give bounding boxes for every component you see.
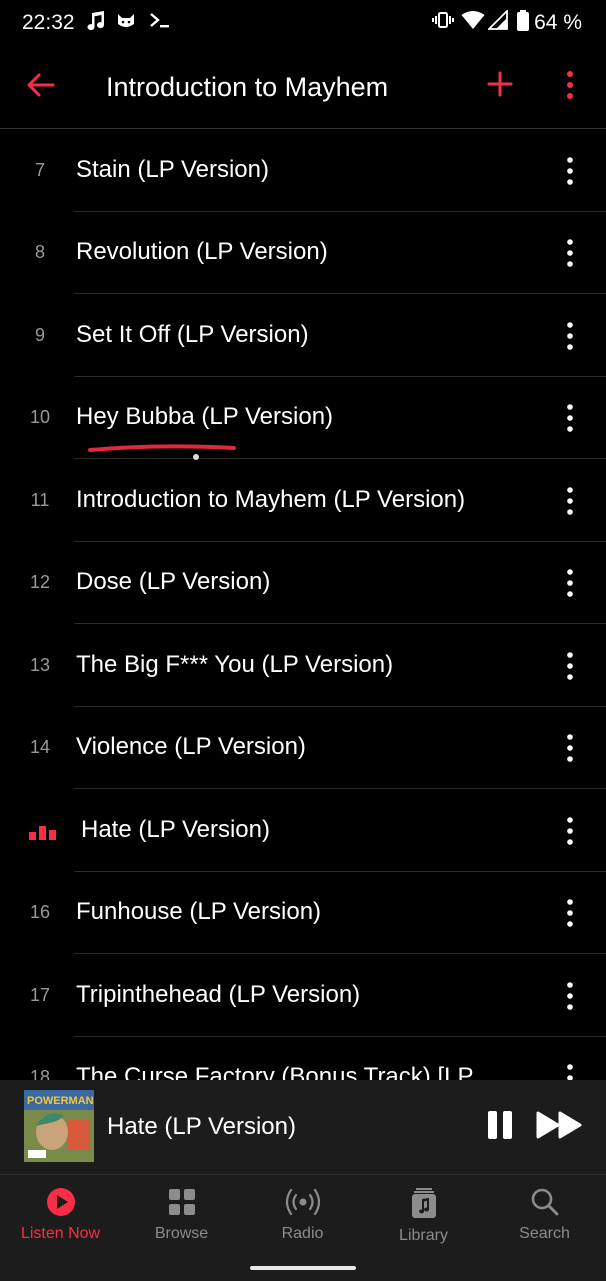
home-indicator[interactable] bbox=[250, 1266, 356, 1270]
red-underline-annotation bbox=[88, 444, 236, 460]
track-number: 12 bbox=[29, 572, 51, 592]
status-bar: 22:32 64 % bbox=[0, 0, 606, 46]
artwork-text: POWERMAN 5000 bbox=[27, 1095, 94, 1107]
divider bbox=[74, 623, 606, 624]
track-title: Funhouse (LP Version) bbox=[76, 898, 322, 925]
tab-radio[interactable]: Radio bbox=[242, 1187, 363, 1257]
more-vertical-icon[interactable] bbox=[562, 649, 578, 683]
vibrate-icon bbox=[432, 10, 454, 36]
radio-waves-icon bbox=[285, 1188, 320, 1216]
more-vertical-icon bbox=[567, 71, 573, 99]
tab-label: Listen Now bbox=[20, 1225, 101, 1242]
terminal-icon bbox=[148, 10, 172, 36]
track-title: Tripinthehead (LP Version) bbox=[76, 981, 361, 1008]
cat-icon bbox=[116, 10, 136, 36]
track-number: 13 bbox=[29, 655, 51, 675]
plus-icon bbox=[487, 71, 513, 97]
track-row[interactable]: 12 Dose (LP Version) bbox=[0, 542, 606, 624]
more-vertical-icon[interactable] bbox=[562, 319, 578, 353]
track-number: 18 bbox=[29, 1067, 51, 1080]
grid-icon bbox=[168, 1189, 195, 1215]
library-icon bbox=[411, 1188, 436, 1218]
track-number: 17 bbox=[29, 985, 51, 1005]
more-vertical-icon[interactable] bbox=[562, 154, 578, 188]
more-vertical-icon[interactable] bbox=[562, 401, 578, 435]
now-playing-bars-icon bbox=[29, 826, 56, 840]
track-number: 9 bbox=[34, 325, 45, 345]
track-number: 7 bbox=[34, 160, 45, 180]
battery-icon bbox=[516, 10, 530, 38]
track-row[interactable]: 18 The Curse Factory (Bonus Track) [LP bbox=[0, 1037, 606, 1080]
tab-search[interactable]: Search bbox=[484, 1187, 605, 1257]
divider bbox=[74, 788, 606, 789]
pause-button[interactable] bbox=[486, 1109, 514, 1141]
track-title: Stain (LP Version) bbox=[76, 156, 269, 183]
search-icon bbox=[531, 1188, 558, 1216]
status-time: 22:32 bbox=[22, 11, 75, 34]
fast-forward-icon bbox=[536, 1111, 582, 1139]
track-title: Hey Bubba (LP Version) bbox=[76, 403, 334, 430]
tab-label: Search bbox=[519, 1225, 570, 1242]
play-circle-icon bbox=[46, 1188, 75, 1216]
tab-bar: Listen Now Browse Radio Library Search bbox=[0, 1174, 606, 1281]
track-row[interactable]: 7 Stain (LP Version) bbox=[0, 130, 606, 212]
tab-library[interactable]: Library bbox=[363, 1187, 484, 1257]
track-row-now-playing[interactable]: Hate (LP Version) bbox=[0, 790, 606, 872]
pause-icon bbox=[488, 1111, 512, 1139]
back-button[interactable] bbox=[26, 70, 56, 100]
more-vertical-icon[interactable] bbox=[562, 566, 578, 600]
track-title: Introduction to Mayhem (LP Version) bbox=[76, 486, 466, 513]
track-title: Dose (LP Version) bbox=[76, 568, 271, 595]
nav-header: Introduction to Mayhem bbox=[0, 46, 606, 129]
page-title: Introduction to Mayhem bbox=[106, 72, 389, 102]
mini-player[interactable]: POWERMAN 5000 Hate (LP Version) bbox=[0, 1080, 606, 1174]
more-vertical-icon[interactable] bbox=[562, 814, 578, 848]
track-row[interactable]: 9 Set It Off (LP Version) bbox=[0, 295, 606, 377]
track-list[interactable]: 7 Stain (LP Version) 8 Revolution (LP Ve… bbox=[0, 130, 606, 1080]
track-row[interactable]: 8 Revolution (LP Version) bbox=[0, 212, 606, 294]
track-number: 10 bbox=[29, 407, 51, 427]
signal-icon bbox=[486, 8, 508, 36]
tab-browse[interactable]: Browse bbox=[121, 1187, 242, 1257]
more-vertical-icon[interactable] bbox=[562, 979, 578, 1013]
fast-forward-button[interactable] bbox=[536, 1110, 584, 1140]
track-title: Set It Off (LP Version) bbox=[76, 321, 309, 348]
track-number: 16 bbox=[29, 902, 51, 922]
more-vertical-icon[interactable] bbox=[562, 896, 578, 930]
track-number: 11 bbox=[30, 490, 50, 510]
track-row[interactable]: 17 Tripinthehead (LP Version) bbox=[0, 955, 606, 1037]
divider bbox=[74, 953, 606, 954]
track-number: 14 bbox=[29, 737, 51, 757]
tab-label: Browse bbox=[154, 1225, 209, 1242]
tab-label: Library bbox=[399, 1227, 448, 1244]
wifi-icon bbox=[461, 10, 485, 36]
track-number: 8 bbox=[34, 242, 45, 262]
battery-percent: 64 % bbox=[534, 11, 582, 34]
track-title: The Big F*** You (LP Version) bbox=[76, 651, 394, 678]
album-artwork[interactable]: POWERMAN 5000 bbox=[24, 1090, 94, 1162]
track-title: The Curse Factory (Bonus Track) [LP bbox=[76, 1063, 474, 1080]
track-row[interactable]: 13 The Big F*** You (LP Version) bbox=[0, 625, 606, 707]
track-title: Revolution (LP Version) bbox=[76, 238, 328, 265]
divider bbox=[74, 293, 606, 294]
music-note-icon bbox=[86, 10, 106, 38]
more-vertical-icon[interactable] bbox=[562, 236, 578, 270]
track-title: Violence (LP Version) bbox=[76, 733, 306, 760]
more-vertical-icon[interactable] bbox=[562, 484, 578, 518]
track-row[interactable]: 16 Funhouse (LP Version) bbox=[0, 872, 606, 954]
back-arrow-icon bbox=[27, 73, 55, 97]
tab-label: Radio bbox=[281, 1225, 324, 1242]
track-row[interactable]: 14 Violence (LP Version) bbox=[0, 707, 606, 789]
more-options-button[interactable] bbox=[560, 68, 580, 102]
track-title: Hate (LP Version) bbox=[81, 816, 270, 843]
track-row[interactable]: 11 Introduction to Mayhem (LP Version) bbox=[0, 460, 606, 542]
more-vertical-icon[interactable] bbox=[562, 731, 578, 765]
more-vertical-icon[interactable] bbox=[562, 1061, 578, 1080]
mini-player-title: Hate (LP Version) bbox=[107, 1113, 296, 1140]
tab-listen-now[interactable]: Listen Now bbox=[0, 1187, 121, 1257]
add-button[interactable] bbox=[486, 70, 514, 98]
